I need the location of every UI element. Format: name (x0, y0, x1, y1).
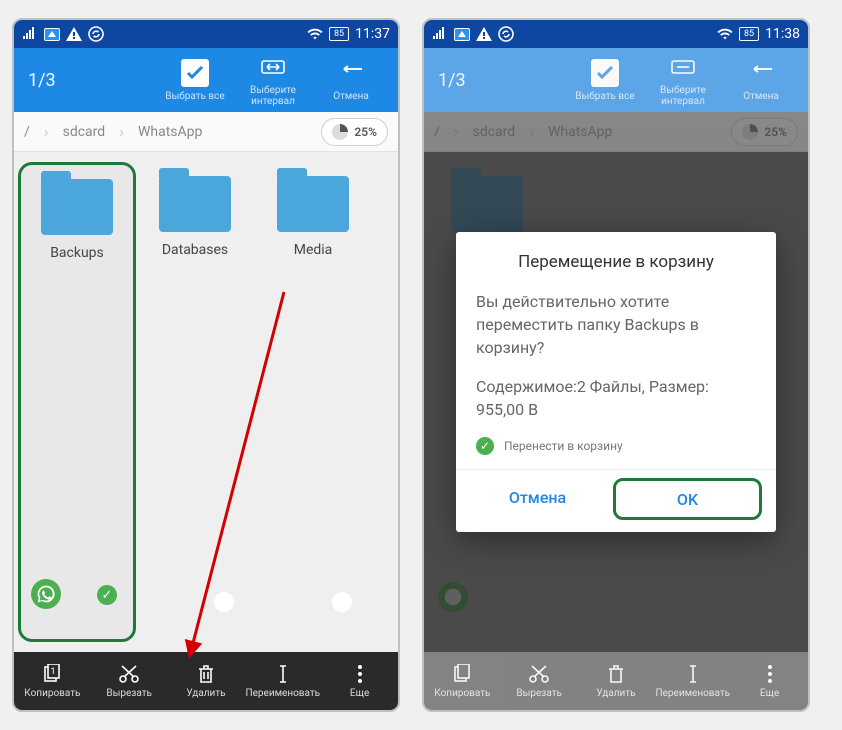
app-badge-icon (454, 28, 470, 41)
dialog-cancel-button[interactable]: Отмена (466, 476, 609, 518)
rename-button[interactable]: Переименовать (244, 652, 321, 710)
chevron-right-icon: › (119, 122, 124, 141)
select-all-button: Выбрать все (566, 53, 644, 107)
trash-icon (605, 663, 627, 685)
more-button[interactable]: Еще (321, 652, 398, 710)
signal-icon (432, 26, 448, 42)
folder-icon (277, 176, 349, 232)
pie-icon (332, 124, 348, 140)
file-grid: Backups Databases Media (14, 152, 398, 652)
warning-icon (66, 26, 82, 42)
trash-icon (195, 663, 217, 685)
confirm-dialog: Перемещение в корзину Вы действительно х… (456, 232, 776, 533)
cancel-button[interactable]: Отмена (312, 53, 390, 107)
dialog-actions: Отмена OK (456, 469, 776, 522)
selection-toolbar: 1/3 Выбрать все Выберите интервал Отмена (424, 48, 808, 112)
copy-icon: 1 (41, 663, 63, 685)
more-vertical-icon (759, 663, 781, 685)
selection-toolbar: 1/3 Выбрать все Выберите интервал Отмена (14, 48, 398, 112)
folder-backups[interactable]: Backups (18, 162, 136, 642)
checkbox-checked-icon (591, 59, 619, 87)
breadcrumb-segment[interactable]: WhatsApp (138, 124, 202, 140)
selection-check-icon (97, 585, 117, 605)
folder-label: Databases (162, 242, 228, 258)
selection-dot (332, 592, 352, 612)
copy-button: Копировать (424, 652, 501, 710)
sync-icon (498, 26, 514, 42)
app-badge-icon (44, 28, 60, 41)
range-icon (259, 53, 287, 81)
delete-button[interactable]: Удалить (168, 652, 245, 710)
whatsapp-icon (31, 579, 61, 609)
copy-button[interactable]: 1 Копировать (14, 652, 91, 710)
sync-icon (88, 26, 104, 42)
undo-icon (747, 59, 775, 87)
checkbox-checked-icon (181, 59, 209, 87)
chevron-right-icon: › (44, 122, 49, 141)
text-cursor-icon (682, 663, 704, 685)
range-icon (669, 53, 697, 81)
warning-icon (476, 26, 492, 42)
folder-media[interactable]: Media (254, 162, 372, 642)
more-button: Еще (731, 652, 808, 710)
modal-overlay: Перемещение в корзину Вы действительно х… (424, 112, 808, 652)
storage-indicator[interactable]: 25% (321, 118, 388, 146)
folder-databases[interactable]: Databases (136, 162, 254, 642)
checkbox-checked-icon: ✓ (476, 437, 494, 455)
folder-icon (159, 176, 231, 232)
wifi-icon (717, 26, 733, 42)
bottom-action-bar: 1 Копировать Вырезать Удалить Переименов… (14, 652, 398, 710)
text-cursor-icon (272, 663, 294, 685)
clock: 11:37 (355, 26, 390, 42)
dialog-checkbox-row[interactable]: ✓ Перенести в корзину (476, 437, 756, 455)
battery-indicator: 85 (739, 27, 759, 41)
dialog-message: Вы действительно хотите переместить папк… (476, 290, 756, 360)
selection-counter: 1/3 (438, 70, 466, 91)
phone-right: 85 11:38 1/3 Выбрать все Выберите интерв… (422, 18, 810, 712)
select-range-button[interactable]: Выберите интервал (234, 53, 312, 107)
cut-button[interactable]: Вырезать (91, 652, 168, 710)
folder-label: Media (294, 242, 333, 258)
dialog-ok-button[interactable]: OK (613, 478, 762, 520)
select-range-button: Выберите интервал (644, 53, 722, 107)
dialog-details: Содержимое:2 Файлы, Размер: 955,00 B (476, 375, 756, 421)
folder-label: Backups (50, 245, 104, 261)
phone-left: 85 11:37 1/3 Выбрать все Выберите интерв… (12, 18, 400, 712)
cancel-button: Отмена (722, 53, 800, 107)
undo-icon (337, 59, 365, 87)
more-vertical-icon (349, 663, 371, 685)
status-bar: 85 11:38 (424, 20, 808, 48)
svg-text:1: 1 (51, 667, 56, 677)
breadcrumb: / › sdcard › WhatsApp 25% (14, 112, 398, 152)
cut-button: Вырезать (501, 652, 578, 710)
copy-icon (451, 663, 473, 685)
clock: 11:38 (765, 26, 800, 42)
status-bar: 85 11:37 (14, 20, 398, 48)
selection-dot (214, 592, 234, 612)
selection-counter: 1/3 (28, 70, 56, 91)
bottom-action-bar: Копировать Вырезать Удалить Переименоват… (424, 652, 808, 710)
signal-icon (22, 26, 38, 42)
scissors-icon (528, 663, 550, 685)
battery-indicator: 85 (329, 27, 349, 41)
breadcrumb-segment[interactable]: sdcard (63, 124, 106, 140)
scissors-icon (118, 663, 140, 685)
select-all-button[interactable]: Выбрать все (156, 53, 234, 107)
delete-button: Удалить (578, 652, 655, 710)
rename-button: Переименовать (654, 652, 731, 710)
dialog-title: Перемещение в корзину (476, 252, 756, 272)
breadcrumb-root[interactable]: / (24, 124, 30, 140)
folder-icon (41, 179, 113, 235)
wifi-icon (307, 26, 323, 42)
